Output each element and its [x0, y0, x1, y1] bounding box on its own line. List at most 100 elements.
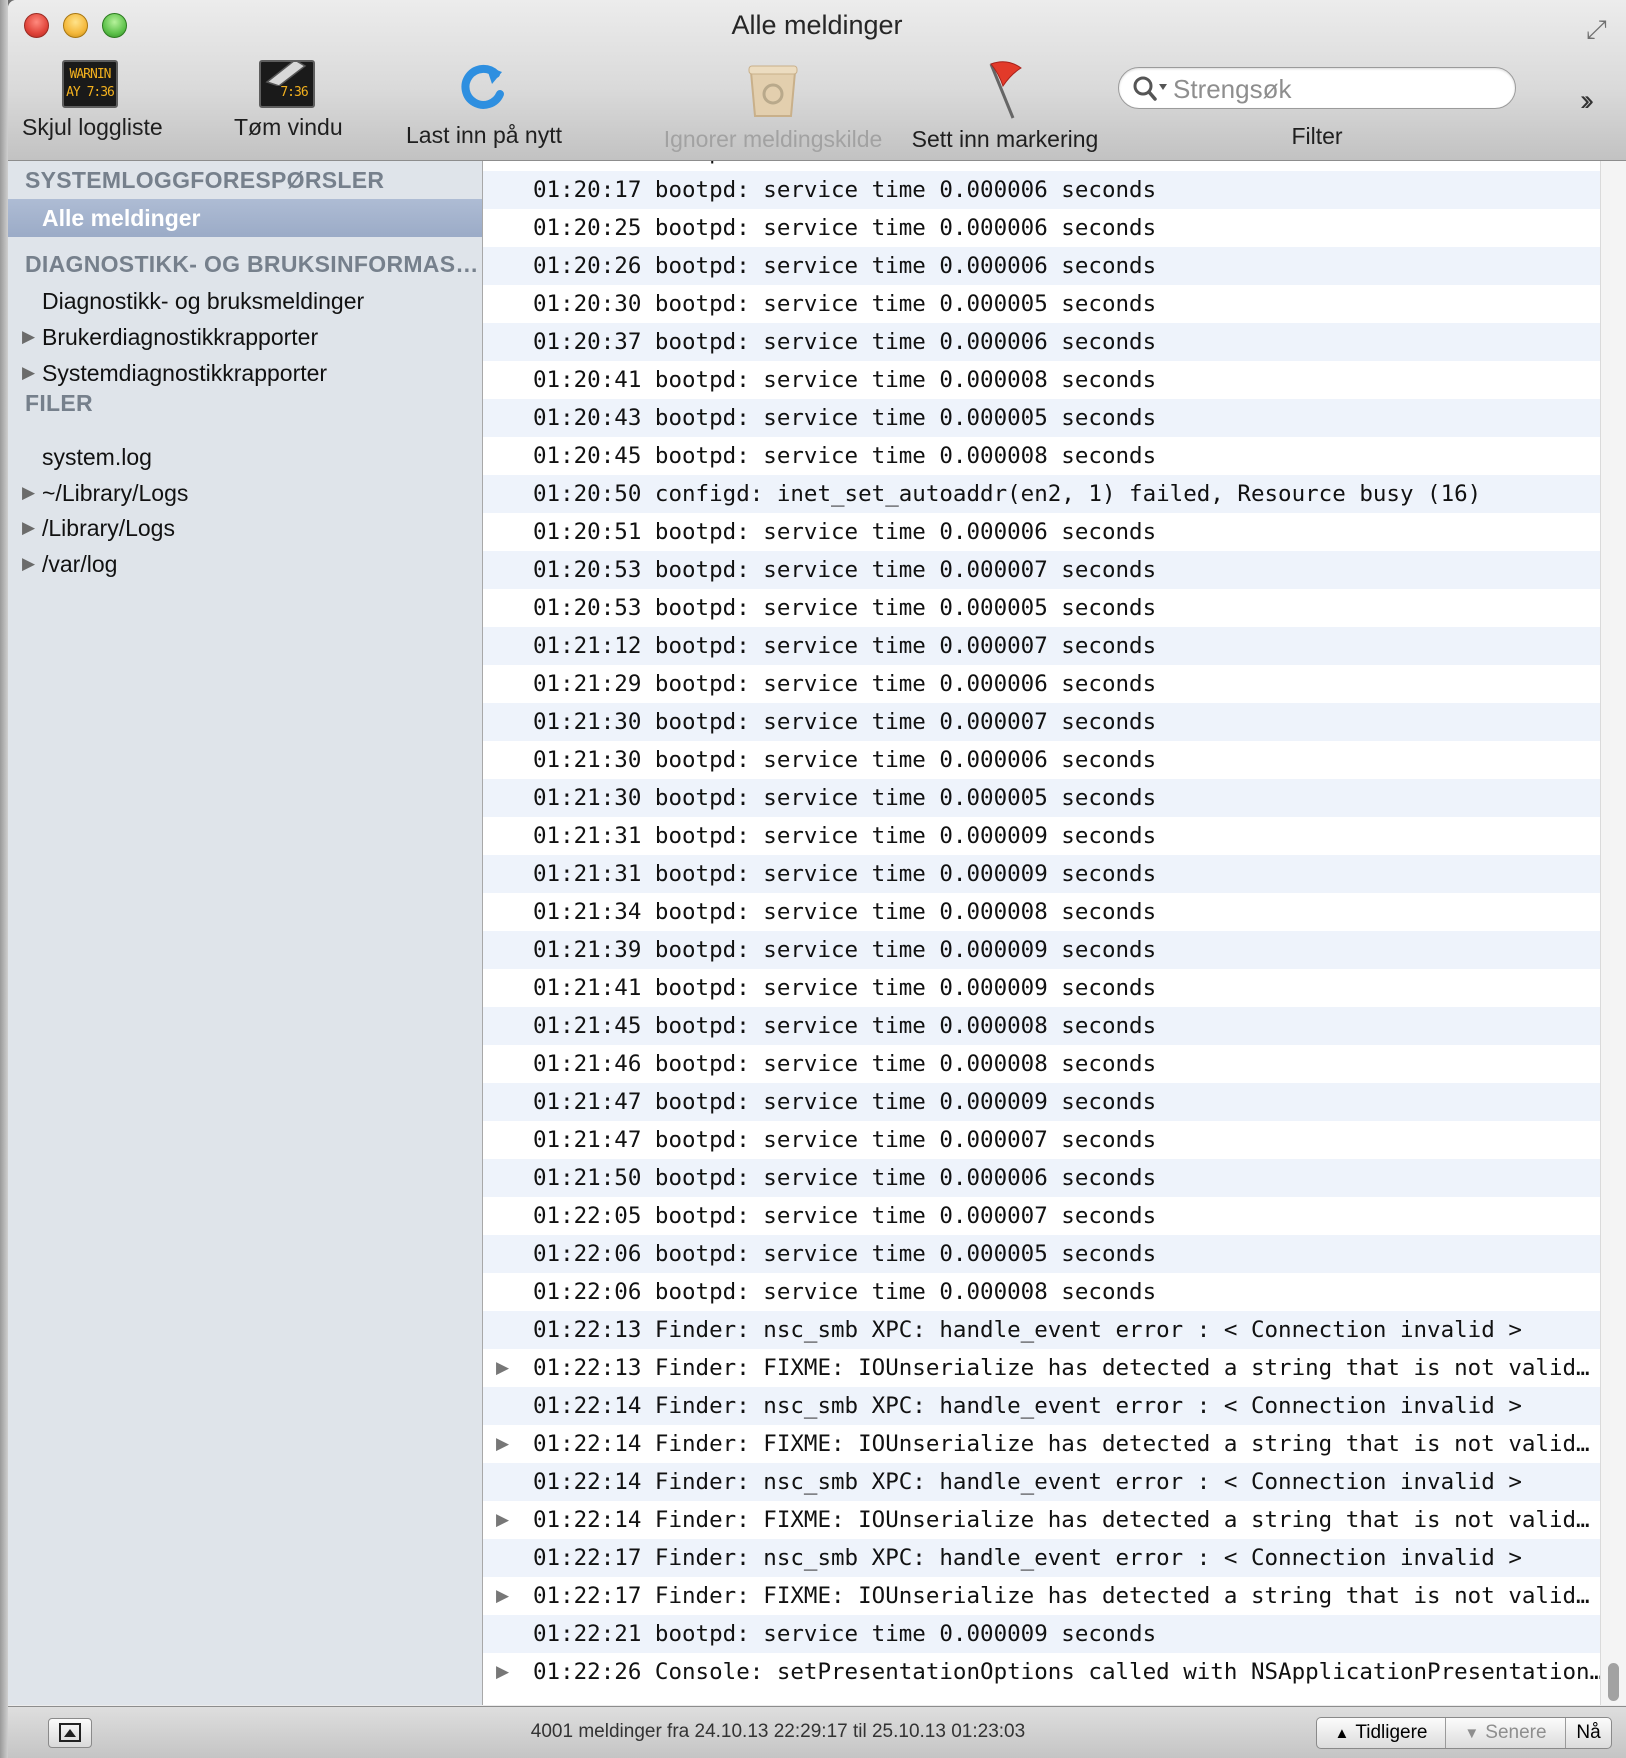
up-triangle-icon: ▲ — [1334, 1724, 1350, 1742]
log-row[interactable]: 01:20:37 bootpd: service time 0.000006 s… — [483, 323, 1600, 361]
sidebar-item-system-log[interactable]: system.log — [8, 438, 482, 476]
disclosure-triangle-icon[interactable]: ▶ — [22, 509, 35, 547]
log-row-text: 01:22:14 Finder: nsc_smb XPC: handle_eve… — [533, 1393, 1522, 1419]
scrollbar-thumb[interactable] — [1608, 1663, 1619, 1701]
log-row[interactable]: 01:22:05 bootpd: service time 0.000007 s… — [483, 1197, 1600, 1235]
log-row[interactable]: 01:21:45 bootpd: service time 0.000008 s… — [483, 1007, 1600, 1045]
log-row-text: 01:22:13 Finder: FIXME: IOUnserialize ha… — [533, 1355, 1590, 1381]
log-row[interactable]: 01:20:17 bootpd: service time 0.000006 s… — [483, 171, 1600, 209]
log-row[interactable]: 01:22:06 bootpd: service time 0.000008 s… — [483, 1273, 1600, 1311]
log-row[interactable]: 01:21:39 bootpd: service time 0.000009 s… — [483, 931, 1600, 969]
log-row-text: 01:20:50 configd: inet_set_autoaddr(en2,… — [533, 481, 1482, 507]
disclosure-triangle-icon[interactable]: ▶ — [496, 1501, 509, 1539]
log-row[interactable]: 01:21:41 bootpd: service time 0.000009 s… — [483, 969, 1600, 1007]
later-button[interactable]: ▼ Senere — [1445, 1718, 1565, 1748]
log-row[interactable]: 01:21:34 bootpd: service time 0.000008 s… — [483, 893, 1600, 931]
log-row[interactable]: 01:20:53 bootpd: service time 0.000007 s… — [483, 551, 1600, 589]
log-row-text: 01:20:41 bootpd: service time 0.000008 s… — [533, 367, 1157, 393]
log-row-text: 01:21:12 bootpd: service time 0.000007 s… — [533, 633, 1157, 659]
log-row-text: 01:21:47 bootpd: service time 0.000007 s… — [533, 1127, 1157, 1153]
log-row[interactable]: 01:22:06 bootpd: service time 0.000005 s… — [483, 1235, 1600, 1273]
disclosure-triangle-icon[interactable]: ▶ — [22, 318, 35, 356]
log-row-text: 01:21:45 bootpd: service time 0.000008 s… — [533, 1013, 1157, 1039]
fullscreen-icon[interactable]: ⤢ — [1586, 14, 1607, 46]
log-row-text: 01:22:14 Finder: FIXME: IOUnserialize ha… — [533, 1507, 1590, 1533]
log-row[interactable]: 01:20:45 bootpd: service time 0.000008 s… — [483, 437, 1600, 475]
disclosure-triangle-icon[interactable]: ▶ — [22, 354, 35, 392]
disclosure-triangle-icon[interactable]: ▶ — [22, 545, 35, 583]
sidebar-item-label: Brukerdiagnostikkrapporter — [42, 324, 319, 350]
log-row[interactable]: 01:22:21 bootpd: service time 0.000009 s… — [483, 1615, 1600, 1653]
log-row[interactable]: 01:22:14 Finder: nsc_smb XPC: handle_eve… — [483, 1463, 1600, 1501]
log-row[interactable]: 01:22:14 Finder: nsc_smb XPC: handle_eve… — [483, 1387, 1600, 1425]
sidebar-item-library-logs[interactable]: ▶ /Library/Logs — [8, 509, 482, 547]
log-row[interactable]: 01:21:12 bootpd: service time 0.000007 s… — [483, 627, 1600, 665]
log-row-text: 01:20:53 bootpd: service time 0.000007 s… — [533, 557, 1157, 583]
toolbar-overflow-icon[interactable]: ›› — [1580, 84, 1594, 118]
earlier-button[interactable]: ▲ Tidligere — [1317, 1718, 1445, 1748]
reload-button[interactable]: Last inn på nytt — [396, 60, 572, 149]
log-row[interactable]: 01:21:50 bootpd: service time 0.000006 s… — [483, 1159, 1600, 1197]
log-row[interactable]: 01:20:41 bootpd: service time 0.000008 s… — [483, 361, 1600, 399]
ignore-source-button[interactable]: Ignorer meldingskilde — [648, 60, 898, 153]
disclosure-triangle-icon[interactable]: ▶ — [496, 1425, 509, 1463]
sidebar: SYSTEMLOGGFORESPØRSLER Alle meldinger DI… — [8, 161, 483, 1705]
reload-label: Last inn på nytt — [406, 122, 562, 148]
sidebar-item-diagnostic-messages[interactable]: Diagnostikk- og bruksmeldinger — [8, 282, 482, 320]
log-row[interactable]: 01:21:47 bootpd: service time 0.000007 s… — [483, 1121, 1600, 1159]
log-row[interactable]: ▶ 01:22:26 Console: setPresentationOption… — [483, 1653, 1600, 1691]
warning-log-icon: WARNIN AY 7:36 — [62, 60, 118, 108]
log-row[interactable]: 01:20:26 bootpd: service time 0.000006 s… — [483, 247, 1600, 285]
sidebar-item-var-log[interactable]: ▶ /var/log — [8, 545, 482, 583]
log-row[interactable]: 01:20:50 configd: inet_set_autoaddr(en2,… — [483, 475, 1600, 513]
log-row[interactable]: 01:20:51 bootpd: service time 0.000006 s… — [483, 513, 1600, 551]
log-row[interactable]: 01:21:46 bootpd: service time 0.000008 s… — [483, 1045, 1600, 1083]
message-count-status: 4001 meldinger fra 24.10.13 22:29:17 til… — [530, 1721, 1026, 1742]
log-row[interactable]: ▶ 01:22:13 Finder: FIXME: IOUnserialize h… — [483, 1349, 1600, 1387]
log-row[interactable]: 01:21:31 bootpd: service time 0.000009 s… — [483, 855, 1600, 893]
log-row[interactable]: 01:20:16 bootpd: service time 0.000007 s… — [483, 161, 1600, 171]
sidebar-item-label: ~/Library/Logs — [42, 480, 189, 506]
sidebar-item-user-library-logs[interactable]: ▶ ~/Library/Logs — [8, 474, 482, 512]
log-scrollbar[interactable] — [1600, 161, 1626, 1705]
log-row[interactable]: 01:21:30 bootpd: service time 0.000007 s… — [483, 703, 1600, 741]
log-row[interactable]: 01:21:30 bootpd: service time 0.000006 s… — [483, 741, 1600, 779]
log-row-text: 01:22:21 bootpd: service time 0.000009 s… — [533, 1621, 1157, 1647]
log-row[interactable]: 01:21:47 bootpd: service time 0.000009 s… — [483, 1083, 1600, 1121]
log-row-text: 01:20:25 bootpd: service time 0.000006 s… — [533, 215, 1157, 241]
log-row[interactable]: 01:20:25 bootpd: service time 0.000006 s… — [483, 209, 1600, 247]
sidebar-header-diagnostics: DIAGNOSTIKK- OG BRUKSINFORMAS… — [25, 251, 479, 277]
log-row[interactable]: 01:22:13 Finder: nsc_smb XPC: handle_eve… — [483, 1311, 1600, 1349]
log-row[interactable]: ▶ 01:22:14 Finder: FIXME: IOUnserialize h… — [483, 1501, 1600, 1539]
search-field[interactable] — [1118, 67, 1516, 109]
disclosure-triangle-icon[interactable]: ▶ — [496, 1577, 509, 1615]
log-row[interactable]: 01:21:29 bootpd: service time 0.000006 s… — [483, 665, 1600, 703]
log-message-list[interactable]: 01:20:16 bootpd: service time 0.000007 s… — [483, 161, 1600, 1705]
sidebar-item-system-reports[interactable]: ▶ Systemdiagnostikkrapporter — [8, 354, 482, 392]
log-row-text: 01:20:45 bootpd: service time 0.000008 s… — [533, 443, 1157, 469]
log-row[interactable]: 01:21:30 bootpd: service time 0.000005 s… — [483, 779, 1600, 817]
disclosure-triangle-icon[interactable]: ▶ — [496, 1349, 509, 1387]
log-row[interactable]: 01:20:43 bootpd: service time 0.000005 s… — [483, 399, 1600, 437]
sidebar-item-all-messages[interactable]: Alle meldinger — [8, 199, 482, 237]
log-row[interactable]: 01:20:30 bootpd: service time 0.000005 s… — [483, 285, 1600, 323]
log-row[interactable]: 01:22:17 Finder: nsc_smb XPC: handle_eve… — [483, 1539, 1600, 1577]
down-triangle-icon: ▼ — [1464, 1724, 1480, 1742]
disclosure-triangle-icon[interactable]: ▶ — [496, 1653, 509, 1691]
status-bar: 4001 meldinger fra 24.10.13 22:29:17 til… — [8, 1706, 1626, 1758]
sidebar-item-user-reports[interactable]: ▶ Brukerdiagnostikkrapporter — [8, 318, 482, 356]
log-row-text: 01:21:50 bootpd: service time 0.000006 s… — [533, 1165, 1157, 1191]
search-input[interactable] — [1171, 73, 1495, 105]
hide-log-list-button[interactable]: WARNIN AY 7:36 Skjul loggliste — [22, 60, 163, 141]
show-inspector-button[interactable] — [48, 1718, 92, 1748]
disclosure-triangle-icon[interactable]: ▶ — [22, 474, 35, 512]
log-row[interactable]: ▶ 01:22:14 Finder: FIXME: IOUnserialize h… — [483, 1425, 1600, 1463]
now-button[interactable]: Nå — [1565, 1718, 1611, 1748]
log-row[interactable]: 01:20:53 bootpd: service time 0.000005 s… — [483, 589, 1600, 627]
insert-marker-button[interactable]: Sett inn markering — [898, 60, 1112, 153]
log-row-text: 01:21:41 bootpd: service time 0.000009 s… — [533, 975, 1157, 1001]
log-row[interactable]: 01:21:31 bootpd: service time 0.000009 s… — [483, 817, 1600, 855]
log-row[interactable]: ▶ 01:22:17 Finder: FIXME: IOUnserialize h… — [483, 1577, 1600, 1615]
clear-window-button[interactable]: 7:36 Tøm vindu — [234, 60, 343, 141]
log-row-text: 01:20:26 bootpd: service time 0.000006 s… — [533, 253, 1157, 279]
